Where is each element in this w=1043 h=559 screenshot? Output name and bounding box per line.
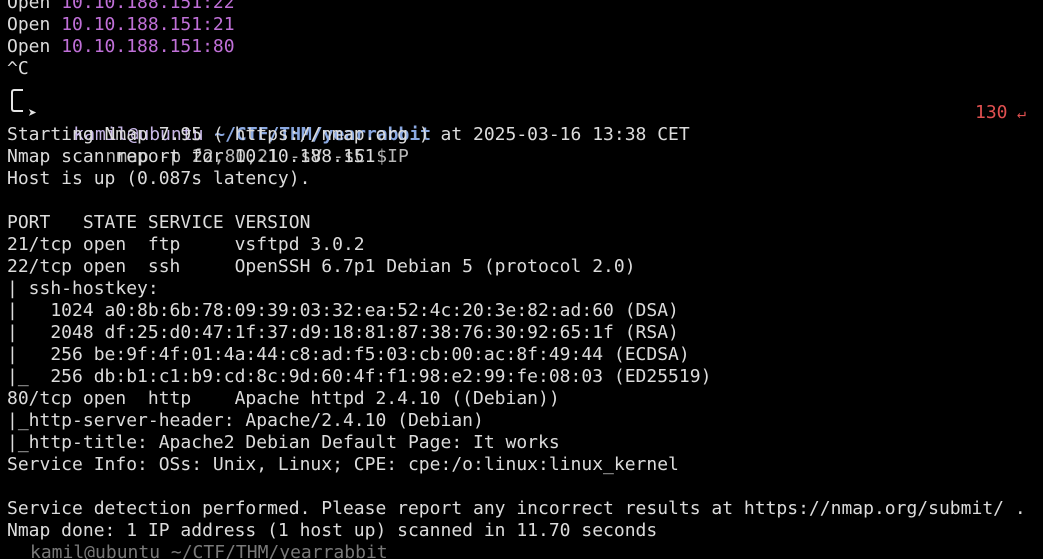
cut-off-prompt-line: kamil@ubuntu ~/CTF/THM/yearrabbit: [30, 542, 388, 559]
output-line: | ssh-hostkey:: [7, 278, 159, 299]
open-port-line: Open 10.10.188.151:22: [0, 0, 1043, 14]
output-line: 22/tcp open ssh OpenSSH 6.7p1 Debian 5 (…: [7, 256, 636, 277]
output-line: | 2048 df:25:d0:47:1f:37:d9:18:81:87:38:…: [7, 322, 679, 343]
output-line: 80/tcp open http Apache httpd 2.4.10 ((D…: [7, 388, 560, 409]
output-line: | 1024 a0:8b:6b:78:09:39:03:32:ea:52:4c:…: [7, 300, 679, 321]
interrupt-line: ^C: [7, 58, 29, 79]
output-line: | 256 be:9f:4f:01:4a:44:c8:ad:f5:03:cb:0…: [7, 344, 690, 365]
open-port-address: 10.10.188.151:22: [61, 0, 235, 13]
open-port-address: 10.10.188.151:21: [61, 14, 235, 35]
open-port-line: Open 10.10.188.151:80: [0, 36, 1043, 58]
open-label: Open: [7, 36, 51, 57]
output-line: PORT STATE SERVICE VERSION: [7, 212, 311, 233]
open-port-line: Open 10.10.188.151:21: [0, 14, 1043, 36]
output-line: Service Info: OSs: Unix, Linux; CPE: cpe…: [7, 454, 679, 475]
open-port-address: 10.10.188.151:80: [61, 36, 235, 57]
prompt-command-line[interactable]: ➤ nmap -p 22,80,21 -sV -sC $IP 130 ↵: [0, 102, 1043, 167]
output-line: |_ 256 db:b1:c1:b9:cd:8c:9d:60:4f:f1:98:…: [7, 366, 712, 387]
output-line: Nmap done: 1 IP address (1 host up) scan…: [7, 520, 658, 541]
exit-code: 130: [975, 102, 1008, 123]
output-line: Starting Nmap 7.95 ( https://nmap.org ) …: [7, 124, 690, 145]
prompt-arrow-icon: ➤: [28, 104, 38, 122]
output-line: Nmap scan report for 10.10.188.151: [7, 146, 376, 167]
output-line: |_http-title: Apache2 Debian Default Pag…: [7, 432, 560, 453]
prompt-header: kamil@ubuntu ~/CTF/THM/yearrabbit: [0, 80, 1043, 145]
open-label: Open: [7, 0, 51, 13]
output-line: Host is up (0.087s latency).: [7, 168, 311, 189]
terminal-window[interactable]: Open 10.10.188.151:22 Open 10.10.188.151…: [0, 0, 1043, 559]
return-icon: ↵: [1017, 104, 1027, 122]
open-label: Open: [7, 14, 51, 35]
output-line: 21/tcp open ftp vsftpd 3.0.2: [7, 234, 365, 255]
output-line: Service detection performed. Please repo…: [7, 498, 1026, 519]
output-line: |_http-server-header: Apache/2.4.10 (Deb…: [7, 410, 484, 431]
